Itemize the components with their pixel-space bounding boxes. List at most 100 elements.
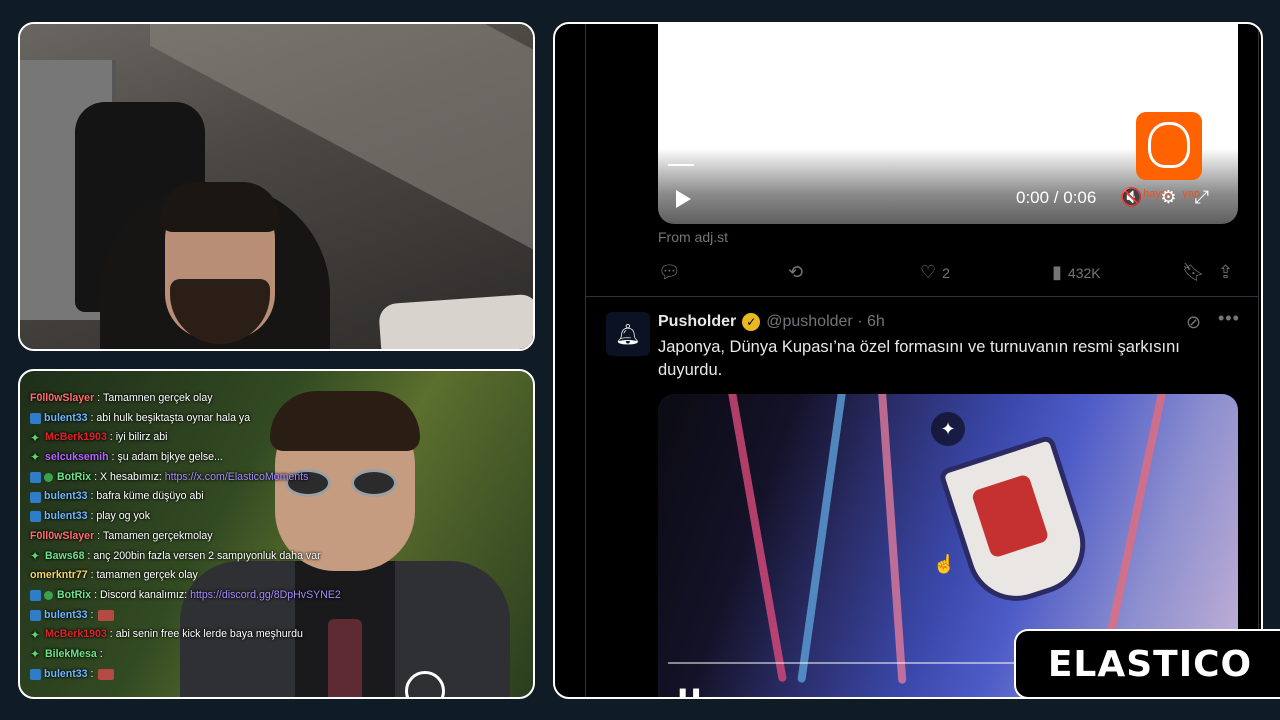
verified-bot-icon	[44, 591, 53, 601]
share-button[interactable]: ⇪	[1218, 262, 1233, 283]
video-time: 0:00 / 0:06	[1016, 188, 1097, 207]
chat-text: anç 200bin fazla versen 2 sampıyonluk da…	[93, 549, 321, 562]
timeline-column: ım hayat... yap 0:00 / 0:06 🔇 ⚙ ⤢ From adj…	[585, 24, 1259, 697]
chat-username[interactable]: bulent33	[44, 487, 88, 507]
chat-separator: :	[87, 667, 97, 680]
chat-text: tamamen gerçek olay	[96, 569, 198, 582]
grok-icon[interactable]: ⊘	[1186, 312, 1201, 333]
settings-icon[interactable]: ⚙	[1160, 187, 1176, 207]
prime-badge-icon	[30, 413, 41, 425]
star-badge-icon: ✦	[30, 647, 41, 662]
chat-message: ✦ selcuksemih : şu adam bjkye gelse...	[30, 448, 530, 468]
chat-text: bafra küme düşüyo abi	[96, 490, 204, 503]
chat-username[interactable]: F0ll0wSlayer	[30, 527, 94, 547]
tweet-actions: 💬︎ ⟲ ♡ 2 ▮ 432K 🔖︎ ⇪	[658, 262, 1238, 282]
jfa-crest	[937, 434, 1099, 614]
heart-icon: ♡	[920, 262, 937, 282]
pusholder-avatar[interactable]: 🔔︎	[606, 312, 650, 356]
webcam-feed	[18, 22, 535, 351]
chat-username[interactable]: selcuksemih	[45, 448, 109, 468]
chat-separator: :	[106, 628, 116, 641]
chat-link[interactable]: https://x.com/ElasticoMoments	[165, 468, 309, 488]
chat-text: X hesabımız:	[99, 470, 162, 483]
chat-message-list: F0ll0wSlayer : Tamamnen gerçek olay bulen…	[30, 389, 530, 684]
like-button[interactable]: ♡ 2	[920, 262, 950, 283]
logo-text: ELASTICO	[1047, 643, 1253, 685]
retweet-icon: ⟲	[788, 262, 804, 282]
share-icon: ⇪	[1218, 262, 1234, 282]
like-count: 2	[942, 264, 950, 281]
chat-username[interactable]: bulent33	[44, 606, 88, 626]
chat-message: omerkntr77 : tamamen gerçek olay	[30, 566, 530, 586]
star-badge-icon: ✦	[30, 430, 41, 445]
chat-message: ✦ McBerk1903 : iyi bilirz abi	[30, 428, 530, 448]
chat-separator: :	[94, 392, 104, 404]
views-button[interactable]: ▮ 432K	[1052, 262, 1101, 283]
chat-username[interactable]: bulent33	[44, 409, 88, 429]
chat-text: Discord kanalımız:	[99, 588, 188, 601]
chat-username[interactable]: McBerk1903	[45, 625, 107, 645]
chat-message: bulent33 : bafra küme düşüyo abi	[30, 487, 530, 507]
prime-badge-icon	[30, 491, 41, 503]
chat-separator: :	[87, 569, 97, 582]
bookmark-button[interactable]: 🔖︎	[1182, 262, 1205, 283]
chat-text: abi hulk beşiktaşta oynar hala ya	[96, 411, 251, 424]
pointer-cursor-icon: ☝	[933, 554, 956, 574]
chat-message: BotRix : Discord kanalımız: https://disc…	[30, 586, 530, 606]
bell-icon: 🔔︎	[615, 323, 641, 346]
star-badge-icon: ✦	[30, 627, 41, 642]
chat-username[interactable]: bulent33	[44, 507, 88, 527]
chat-message: F0ll0wSlayer : Tamamnen gerçek olay	[30, 389, 530, 409]
chat-username[interactable]: F0ll0wSlayer	[30, 389, 94, 409]
chat-username[interactable]: BotRix	[57, 586, 91, 606]
video-progress-bar[interactable]	[668, 164, 694, 166]
chat-username[interactable]: bulent33	[44, 665, 88, 685]
retweet-button[interactable]: ⟲	[788, 262, 803, 283]
verified-badge-icon: ✓	[742, 313, 761, 331]
star-badge-icon: ✦	[30, 548, 41, 563]
chat-message: bulent33 :	[30, 665, 530, 685]
chat-separator: :	[94, 529, 104, 542]
chat-link[interactable]: https://discord.gg/8DpHvSYNE2	[190, 586, 341, 606]
sparkle-icon[interactable]: ✦	[931, 412, 965, 446]
chat-text: play og yok	[96, 510, 150, 523]
pause-icon[interactable]: ❚❚	[676, 686, 703, 697]
chat-message: bulent33 : abi hulk beşiktaşta oynar hal…	[30, 409, 530, 429]
chat-message: bulent33 :	[30, 606, 530, 626]
source-link[interactable]: From adj.st	[658, 229, 728, 245]
prime-badge-icon	[30, 609, 41, 621]
chat-username[interactable]: BotRix	[57, 468, 91, 488]
more-options-icon[interactable]: •••	[1218, 308, 1240, 329]
ad-video[interactable]: ım hayat... yap 0:00 / 0:06 🔇 ⚙ ⤢	[658, 24, 1238, 224]
prime-badge-icon	[30, 590, 41, 602]
author-handle[interactable]: @pusholder · 6h	[766, 313, 885, 331]
verified-bot-icon	[44, 473, 53, 483]
chat-username[interactable]: BilekMesa	[45, 645, 97, 665]
ing-lion-logo	[1136, 112, 1202, 180]
streamer-hair	[160, 182, 280, 232]
chat-overlay: F0ll0wSlayer : Tamamnen gerçek olay bulen…	[18, 369, 535, 699]
chat-message: BotRix : X hesabımız: https://x.com/Elas…	[30, 468, 530, 488]
chat-text: abi senin free kick lerde baya meşhurdu	[115, 628, 303, 641]
chat-username[interactable]: omerkntr77	[30, 566, 88, 586]
prime-badge-icon	[30, 472, 41, 484]
tweet-header: Pusholder ✓ @pusholder · 6h	[658, 313, 885, 331]
chat-username[interactable]: McBerk1903	[45, 428, 107, 448]
chat-username[interactable]: Baws68	[45, 547, 84, 567]
mute-icon[interactable]: 🔇	[1120, 187, 1142, 207]
reply-button[interactable]: 💬︎	[658, 262, 681, 283]
star-badge-icon: ✦	[30, 450, 41, 465]
prime-badge-icon	[30, 668, 41, 680]
chat-message: ✦ McBerk1903 : abi senin free kick lerde …	[30, 625, 530, 645]
fullscreen-icon[interactable]: ⤢	[1195, 187, 1209, 207]
chat-message: bulent33 : play og yok	[30, 507, 530, 527]
chat-separator: :	[91, 470, 100, 483]
chat-text: şu adam bjkye gelse...	[117, 451, 223, 464]
author-name[interactable]: Pusholder	[658, 313, 736, 331]
reply-icon: 💬︎	[658, 262, 681, 282]
chat-text: iyi bilirz abi	[115, 431, 168, 444]
tweet-divider	[586, 296, 1258, 297]
play-icon[interactable]	[676, 190, 691, 208]
chat-separator: :	[96, 647, 106, 660]
chat-separator: :	[91, 588, 100, 601]
